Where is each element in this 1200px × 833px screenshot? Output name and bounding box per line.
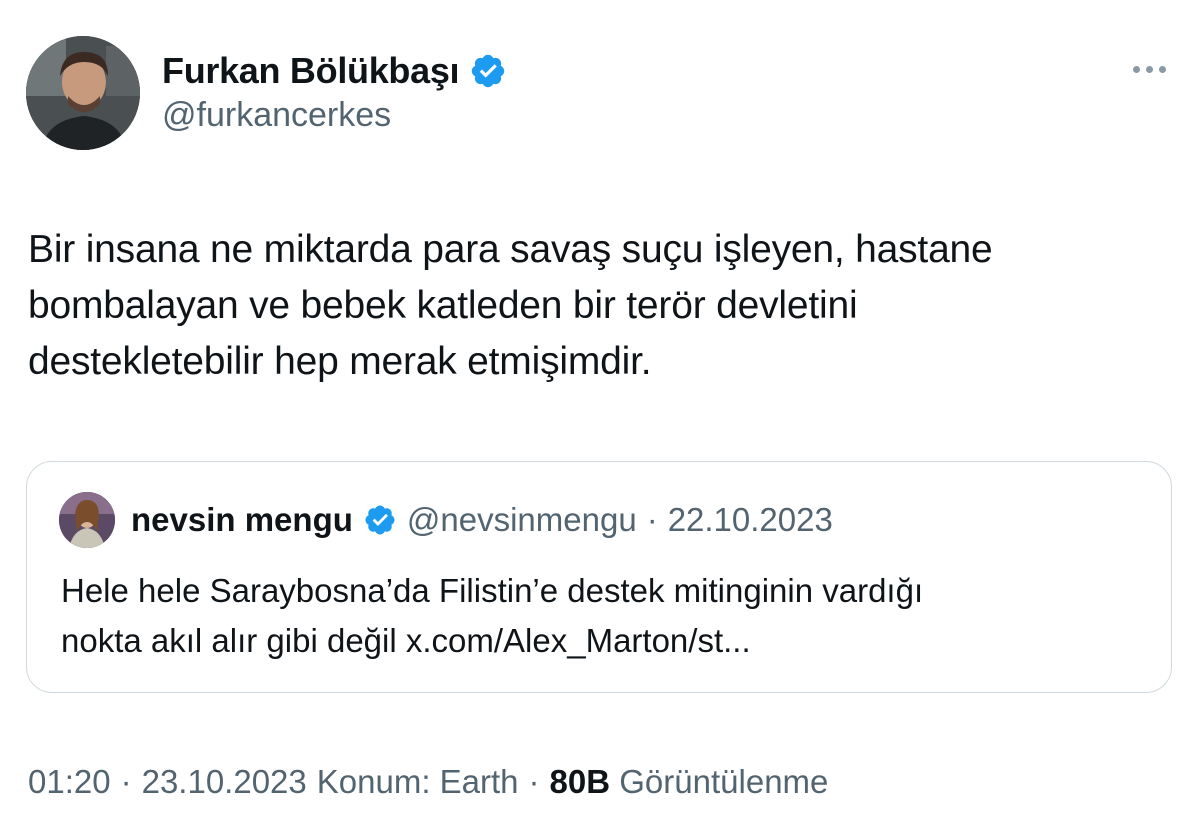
views-count[interactable]: 80B — [550, 763, 611, 800]
quoted-tweet-header: nevsin mengu @nevsinmengu · 22.10.2023 — [131, 498, 833, 542]
quoted-text-line: Hele hele Saraybosna’da Filistin’e deste… — [61, 572, 924, 609]
quoted-verified-badge-icon — [363, 503, 397, 537]
more-dot — [1158, 65, 1166, 73]
tweet-text-line: Bir insana ne miktarda para savaş suçu i… — [28, 228, 993, 271]
tweet-time[interactable]: 01:20 — [28, 763, 111, 801]
quoted-tweet-text: Hele hele Saraybosna’da Filistin’e deste… — [61, 566, 1151, 666]
views-label: Görüntülenme — [619, 763, 829, 800]
quoted-text-line: nokta akıl alır gibi değil x.com/Alex_Ma… — [61, 622, 751, 659]
meta-separator: · — [528, 763, 540, 800]
more-dot — [1145, 65, 1153, 73]
quoted-display-name[interactable]: nevsin mengu — [131, 501, 353, 539]
tweet-text-line: destekletebilir hep merak etmişimdir. — [28, 340, 652, 383]
tweet-date[interactable]: 23.10.2023 — [142, 763, 307, 801]
tweet-text-line: bombalayan ve bebek katleden bir terör d… — [28, 284, 858, 327]
tweet-meta: 01:20 · 23.10.2023 Konum: Earth · 80B Gö… — [28, 758, 828, 806]
author-display-name[interactable]: Furkan Bölükbaşı — [162, 50, 460, 92]
meta-separator: · — [120, 763, 132, 800]
quoted-tweet-card[interactable]: nevsin mengu @nevsinmengu · 22.10.2023 H… — [26, 461, 1172, 693]
author-avatar[interactable] — [26, 36, 140, 150]
author-avatar-image — [26, 36, 140, 150]
quoted-handle[interactable]: @nevsinmengu — [407, 501, 637, 539]
tweet-location: Konum: Earth — [316, 763, 519, 800]
author-handle[interactable]: @furkancerkes — [162, 96, 391, 135]
author-name-row: Furkan Bölükbaşı — [162, 46, 507, 96]
quoted-author-avatar[interactable] — [59, 492, 115, 548]
tweet-text: Bir insana ne miktarda para savaş suçu i… — [28, 222, 1168, 390]
more-dot — [1132, 65, 1140, 73]
verified-badge-icon[interactable] — [469, 52, 507, 90]
quoted-separator: · — [646, 501, 658, 538]
more-options-icon[interactable] — [1128, 58, 1170, 80]
quoted-avatar-image — [59, 492, 115, 548]
quoted-date[interactable]: 22.10.2023 — [668, 501, 833, 539]
